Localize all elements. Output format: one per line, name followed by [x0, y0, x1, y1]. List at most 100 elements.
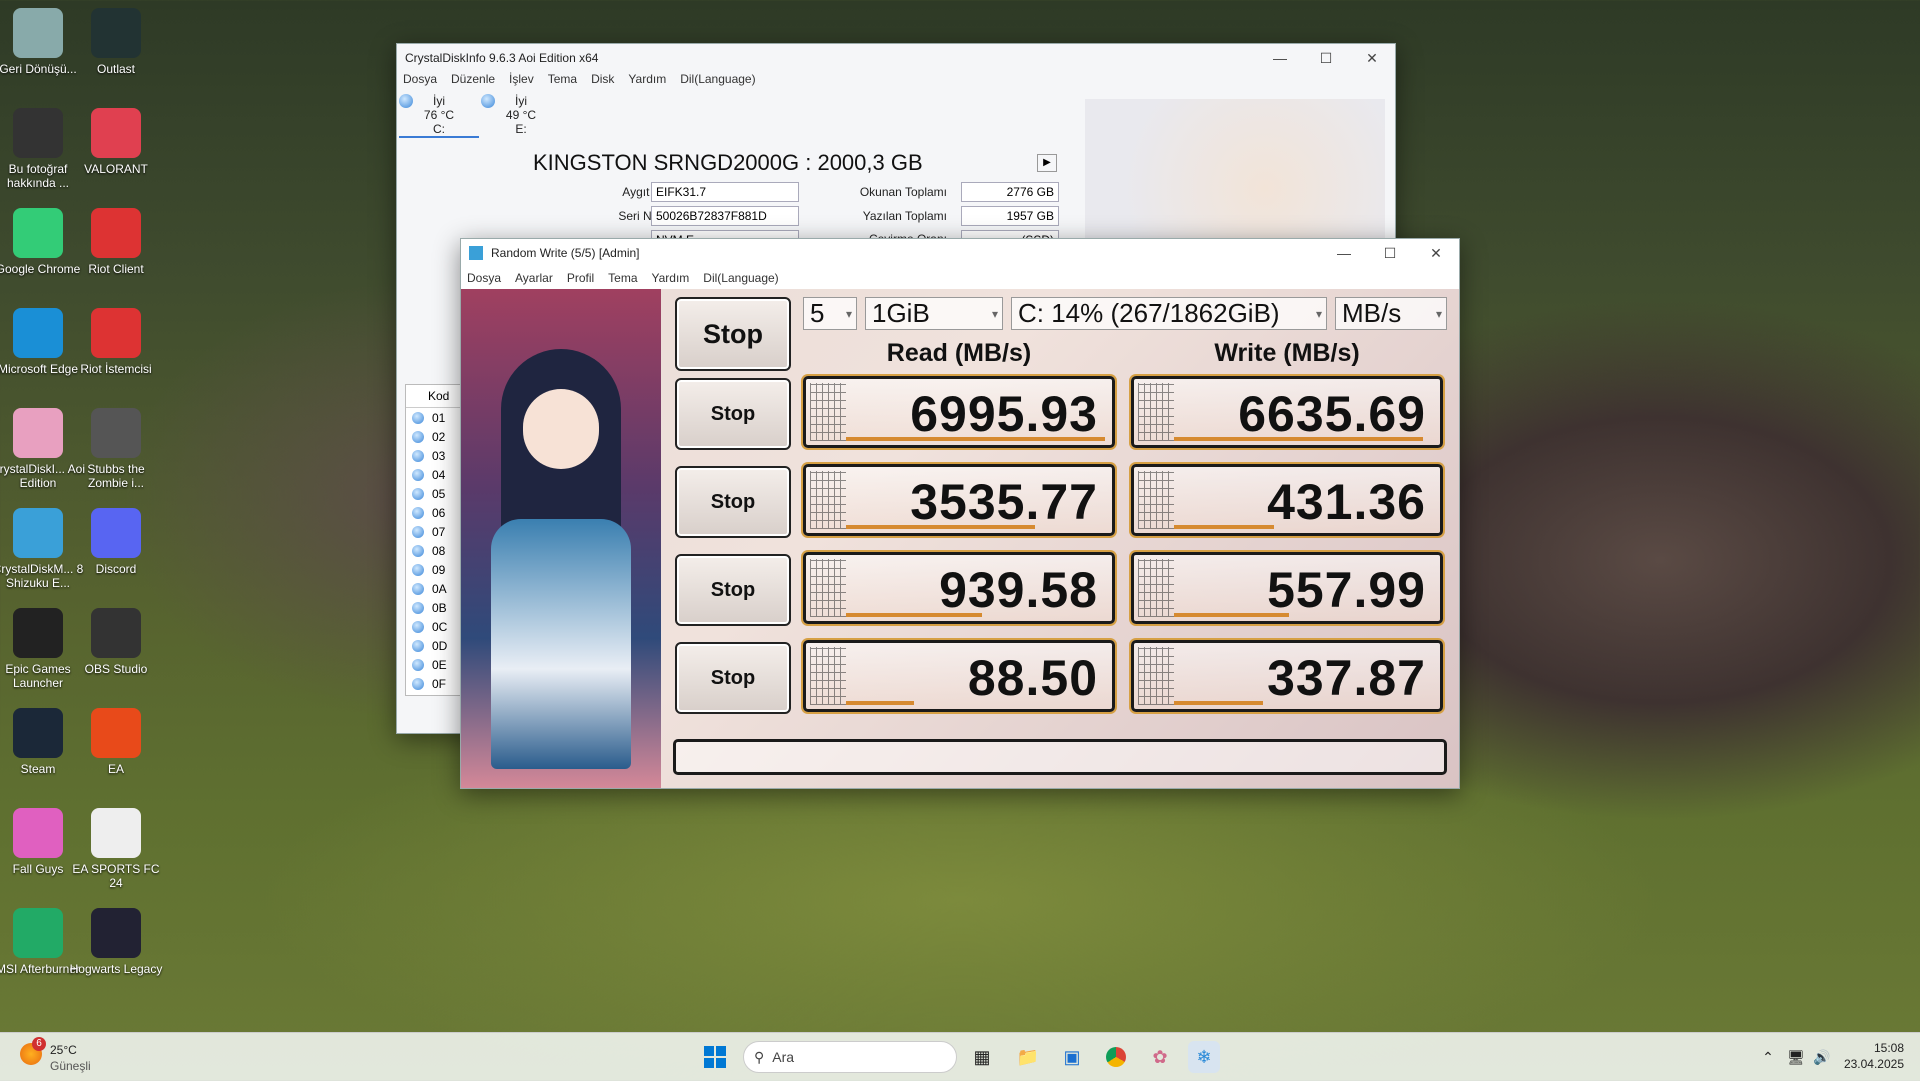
chrome-icon[interactable] [1100, 1041, 1132, 1073]
cdi-menu-disk[interactable]: Disk [591, 72, 614, 92]
cdi-menu-theme[interactable]: Tema [548, 72, 577, 92]
drive-e-letter: E: [515, 122, 527, 136]
file-explorer-icon[interactable]: 📁 [1012, 1041, 1044, 1073]
health-dot-icon [412, 620, 424, 633]
cdm-menubar: Dosya Ayarlar Profil Tema Yardım Dil(Lan… [461, 267, 1459, 289]
cdi-menu-function[interactable]: İşlev [509, 72, 534, 92]
volume-icon[interactable]: 🔊 [1806, 1041, 1838, 1073]
meter-grid-icon [810, 383, 846, 441]
chevron-down-icon: ▾ [1435, 306, 1442, 321]
smart-list-item[interactable]: 08 [406, 541, 462, 560]
store-icon[interactable]: ▣ [1056, 1041, 1088, 1073]
desktop-icon-riot[interactable]: Riot İstemcisi [66, 302, 166, 376]
row3-stop-button[interactable]: Stop [675, 554, 791, 626]
drive-select[interactable]: C: 14% (267/1862GiB) ▾ [1011, 297, 1327, 330]
smart-list-item[interactable]: 04 [406, 465, 462, 484]
row4-read-result: 88.50 [803, 640, 1115, 712]
row2-read-result: 3535.77 [803, 464, 1115, 536]
health-dot-icon [412, 544, 424, 557]
drive-tab-c[interactable]: İyi 76 °C C: [399, 94, 479, 138]
desktop-icon-obs[interactable]: OBS Studio [66, 602, 166, 676]
start-icon[interactable] [699, 1041, 731, 1073]
cdi-menu-help[interactable]: Yardım [628, 72, 666, 92]
maximize-icon[interactable]: ☐ [1303, 50, 1349, 67]
health-dot-icon [412, 487, 424, 500]
search-box[interactable]: ⚲ Ara [743, 1041, 957, 1073]
row4-stop-button[interactable]: Stop [675, 642, 791, 714]
desktop-icon-fc24[interactable]: EA SPORTS FC 24 [66, 802, 166, 890]
smart-list-item[interactable]: 0D [406, 636, 462, 655]
next-drive-icon[interactable]: ▶ [1037, 154, 1057, 172]
task-view-icon[interactable]: ▦ [966, 1041, 998, 1073]
minimize-icon[interactable]: — [1257, 50, 1303, 66]
cdm-menu-settings[interactable]: Ayarlar [515, 271, 553, 285]
crystaldiskmark-taskbar-icon[interactable]: ❄ [1188, 1041, 1220, 1073]
smart-list-item[interactable]: 01 [406, 408, 462, 427]
cdm-character-art [461, 289, 661, 788]
serial-value: 50026B72837F881D [651, 206, 799, 226]
all-stop-button[interactable]: Stop [675, 297, 791, 371]
smart-list-item[interactable]: 0B [406, 598, 462, 617]
row1-read-value: 6995.93 [910, 386, 1098, 442]
desktop-icon-stubbs[interactable]: Stubbs the Zombie i... [66, 402, 166, 490]
drive-tab-e[interactable]: İyi 49 °C E: [481, 94, 561, 136]
smart-list-item[interactable]: 02 [406, 427, 462, 446]
crystaldiskinfo-taskbar-icon[interactable]: ✿ [1144, 1041, 1176, 1073]
read-total-value: 2776 GB [961, 182, 1059, 202]
size-select[interactable]: 1GiB ▾ [865, 297, 1003, 330]
read-total-label: Okunan Toplamı [859, 185, 947, 199]
cdi-menu-file[interactable]: Dosya [403, 72, 437, 92]
health-dot-icon [399, 94, 413, 108]
cdm-menu-theme[interactable]: Tema [608, 271, 637, 285]
row4-write-value: 337.87 [1267, 650, 1426, 706]
crystaldiskmark-window[interactable]: Random Write (5/5) [Admin] — ☐ ✕ Dosya A… [460, 238, 1460, 789]
smart-list-item[interactable]: 05 [406, 484, 462, 503]
cdm-menu-help[interactable]: Yardım [652, 271, 690, 285]
cdm-title: Random Write (5/5) [Admin] [491, 246, 640, 260]
weather-text[interactable]: Güneşli [50, 1059, 91, 1073]
count-select[interactable]: 5 ▾ [803, 297, 857, 330]
smart-list-item[interactable]: 09 [406, 560, 462, 579]
clock[interactable]: 15:08 23.04.2025 [1844, 1040, 1904, 1072]
smart-list-item[interactable]: 0C [406, 617, 462, 636]
row3-write-result: 557.99 [1131, 552, 1443, 624]
smart-attribute-list[interactable]: Kod 01 02 03 04 05 06 07 08 09 0A 0B 0C 0D 0E 0F [405, 384, 463, 696]
smart-list-item[interactable]: 07 [406, 522, 462, 541]
close-icon[interactable]: ✕ [1413, 245, 1459, 262]
smart-list-item[interactable]: 0F [406, 674, 462, 693]
cdm-menu-language[interactable]: Dil(Language) [703, 271, 778, 285]
health-dot-icon [412, 468, 424, 481]
desktop-icon-valorant[interactable]: VALORANT [66, 102, 166, 176]
unit-select[interactable]: MB/s ▾ [1335, 297, 1447, 330]
cdi-menu-language[interactable]: Dil(Language) [680, 72, 755, 92]
smart-list-item[interactable]: 03 [406, 446, 462, 465]
minimize-icon[interactable]: — [1321, 245, 1367, 261]
cdm-menu-file[interactable]: Dosya [467, 271, 501, 285]
desktop-icon-outlast[interactable]: Outlast [66, 2, 166, 76]
smart-list-item[interactable]: 06 [406, 503, 462, 522]
cdi-menu-edit[interactable]: Düzenle [451, 72, 495, 92]
row1-stop-button[interactable]: Stop [675, 378, 791, 450]
row4-write-bar [1174, 701, 1264, 705]
cdm-titlebar[interactable]: Random Write (5/5) [Admin] — ☐ ✕ [461, 239, 1459, 267]
desktop-icon-discord[interactable]: Discord [66, 502, 166, 576]
chrome-icon [13, 208, 63, 258]
row4-read-value: 88.50 [967, 650, 1098, 706]
smart-list-code: 07 [432, 524, 446, 539]
smart-list-item[interactable]: 0A [406, 579, 462, 598]
maximize-icon[interactable]: ☐ [1367, 245, 1413, 262]
cdm-menu-profile[interactable]: Profil [567, 271, 594, 285]
size-value: 1GiB [872, 298, 930, 328]
close-icon[interactable]: ✕ [1349, 50, 1395, 67]
desktop-icon-label: Riot Client [88, 262, 144, 276]
cdi-titlebar[interactable]: CrystalDiskInfo 9.6.3 Aoi Edition x64 — … [397, 44, 1395, 72]
stubbs-icon [91, 408, 141, 458]
count-value: 5 [810, 298, 825, 328]
smart-list-code: 01 [432, 410, 446, 425]
desktop-icon-hogwarts[interactable]: Hogwarts Legacy [66, 902, 166, 976]
row2-stop-button[interactable]: Stop [675, 466, 791, 538]
desktop-icon-ea[interactable]: EA [66, 702, 166, 776]
smart-list-item[interactable]: 0E [406, 655, 462, 674]
weather-temp[interactable]: 25°C [50, 1043, 77, 1057]
desktop-icon-riot[interactable]: Riot Client [66, 202, 166, 276]
